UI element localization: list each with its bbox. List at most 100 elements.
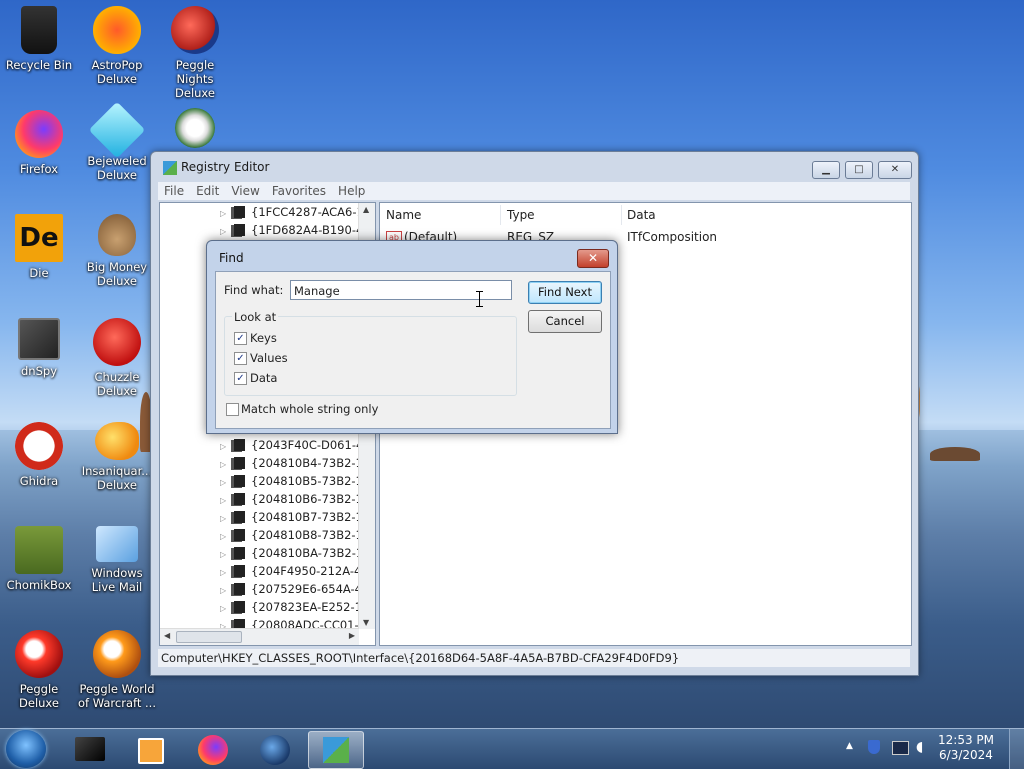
- tree-item[interactable]: ▷ {207823EA-E252-11: [220, 598, 369, 616]
- scroll-down-arrow-icon[interactable]: ▼: [363, 618, 369, 627]
- desktop-icon-die[interactable]: De Die: [0, 214, 78, 280]
- menu-view[interactable]: View: [225, 182, 265, 200]
- tree-item[interactable]: ▷ {204810BA-73B2-11: [220, 544, 371, 562]
- tree-item[interactable]: ▷ {2043F40C-D061-4A: [220, 436, 371, 454]
- find-next-button[interactable]: Find Next: [528, 281, 602, 304]
- folder-icon: [234, 583, 245, 595]
- desktop-icon-chomikbox[interactable]: ChomikBox: [0, 526, 78, 592]
- desktop-icon-firefox[interactable]: Firefox: [0, 110, 78, 176]
- menu-help[interactable]: Help: [332, 182, 371, 200]
- maximize-button[interactable]: □: [845, 161, 873, 179]
- data-label: Data: [250, 371, 278, 385]
- keys-label: Keys: [250, 331, 277, 345]
- chomikbox-icon: [15, 526, 63, 574]
- start-button[interactable]: [6, 730, 46, 768]
- recycle-bin-icon: [21, 6, 57, 54]
- column-header-data[interactable]: Data: [621, 205, 911, 225]
- mail-icon: [96, 526, 138, 562]
- desktop-icon-chuzzle[interactable]: Chuzzle Deluxe: [78, 318, 156, 398]
- tree-item[interactable]: ▷ {204810B7-73B2-11: [220, 508, 370, 526]
- desktop-icon-peggle-deluxe[interactable]: Peggle Deluxe: [0, 630, 78, 710]
- clock[interactable]: 12:53 PM 6/3/2024: [938, 733, 994, 763]
- tree-item[interactable]: ▷ {204810B8-73B2-11: [220, 526, 370, 544]
- desktop-icon-peggle-nights[interactable]: Peggle Nights Deluxe: [156, 6, 234, 100]
- match-whole-string-label: Match whole string only: [241, 402, 379, 416]
- column-header-name[interactable]: Name: [380, 205, 501, 225]
- text-cursor-icon: [476, 291, 483, 307]
- cancel-button[interactable]: Cancel: [528, 310, 602, 333]
- desktop-icon-windows-live-mail[interactable]: Windows Live Mail: [78, 526, 156, 594]
- peggle-nights-icon: [171, 6, 219, 54]
- desktop-icon-ghidra[interactable]: Ghidra: [0, 422, 78, 488]
- tree-item[interactable]: ▷ {20808ADC-CC01-3: [220, 616, 366, 628]
- values-checkbox[interactable]: ✓: [234, 352, 247, 365]
- tray-expand-icon[interactable]: ▲: [846, 741, 853, 751]
- desktop-icon-astropop[interactable]: AstroPop Deluxe: [78, 6, 156, 86]
- speaker-icon[interactable]: ◖: [916, 739, 923, 755]
- desktop-icon-insaniquarium[interactable]: Insaniquar... Deluxe: [78, 422, 156, 492]
- ghidra-icon: [15, 422, 63, 470]
- security-shield-icon[interactable]: [868, 740, 880, 754]
- tree-item[interactable]: ▷ {204810B6-73B2-11: [220, 490, 370, 508]
- desktop-icon-bejeweled[interactable]: Bejeweled Deluxe: [78, 101, 156, 182]
- taskbar-app-registry-editor[interactable]: [308, 731, 364, 769]
- desktop-icon-recycle-bin[interactable]: Recycle Bin: [0, 6, 78, 72]
- desktop-icon-big-money[interactable]: Big Money Deluxe: [78, 214, 156, 288]
- network-icon[interactable]: [892, 741, 909, 755]
- tree-item[interactable]: ▷ {1FCC4287-ACA6-1: [220, 203, 364, 221]
- flower-icon: [175, 108, 215, 148]
- look-at-group: Look at ✓ Keys ✓ Values ✓ Data: [224, 310, 517, 396]
- data-checkbox[interactable]: ✓: [234, 372, 247, 385]
- folder-icon: [234, 529, 245, 541]
- taskbar-app-media[interactable]: [124, 731, 178, 767]
- desktop-icon-flower[interactable]: [156, 108, 234, 152]
- match-whole-string-checkbox[interactable]: [226, 403, 239, 416]
- scroll-up-arrow-icon[interactable]: ▲: [363, 205, 369, 214]
- scroll-right-arrow-icon[interactable]: ▶: [349, 631, 355, 640]
- tree-item[interactable]: ▷ {1FD682A4-B190-4D: [220, 221, 372, 239]
- folder-icon: [234, 493, 245, 505]
- taskbar-app-browser[interactable]: [248, 731, 302, 767]
- media-player-icon: [138, 738, 164, 764]
- tree-item[interactable]: ▷ {204810B5-73B2-11: [220, 472, 370, 490]
- status-bar-path: Computer\HKEY_CLASSES_ROOT\Interface\{20…: [158, 649, 910, 667]
- clock-date: 6/3/2024: [939, 748, 993, 762]
- black-cube-icon: [75, 737, 105, 761]
- window-title: Registry Editor: [181, 160, 270, 174]
- tree-item[interactable]: ▷ {207529E6-654A-49: [220, 580, 369, 598]
- astropop-icon: [93, 6, 141, 54]
- tree-item[interactable]: ▷ {204F4950-212A-41: [220, 562, 369, 580]
- close-icon[interactable]: ✕: [577, 249, 609, 268]
- desktop-icon-peggle-wow[interactable]: Peggle World of Warcraft ...: [78, 630, 156, 710]
- value-data: ITfComposition: [627, 230, 718, 244]
- money-bag-icon: [98, 214, 136, 256]
- folder-icon: [234, 619, 245, 628]
- taskbar-app-firefox[interactable]: [186, 731, 240, 767]
- desktop-icon-dnspy[interactable]: dnSpy: [0, 318, 78, 378]
- close-button[interactable]: ✕: [878, 161, 912, 179]
- peggle-wow-icon: [93, 630, 141, 678]
- scroll-left-arrow-icon[interactable]: ◀: [164, 631, 170, 640]
- firefox-icon: [198, 735, 228, 765]
- folder-icon: [234, 224, 245, 236]
- tree-horizontal-scrollbar[interactable]: ◀ ▶: [160, 628, 359, 645]
- find-dialog[interactable]: Find ✕ Find what: Manage Find Next Cance…: [206, 240, 618, 434]
- values-label: Values: [250, 351, 288, 365]
- taskbar-app-recycle[interactable]: [64, 731, 118, 767]
- folder-icon: [234, 457, 245, 469]
- expand-arrow-icon[interactable]: ▷: [220, 223, 230, 241]
- title-bar[interactable]: Registry Editor ▁ □ ✕: [151, 152, 918, 182]
- menu-favorites[interactable]: Favorites: [266, 182, 332, 200]
- minimize-button[interactable]: ▁: [812, 161, 840, 179]
- show-desktop-button[interactable]: [1009, 729, 1024, 769]
- horizontal-scroll-thumb[interactable]: [176, 631, 242, 643]
- wallpaper-rock: [930, 447, 980, 461]
- expand-arrow-icon[interactable]: ▷: [220, 618, 230, 628]
- keys-checkbox[interactable]: ✓: [234, 332, 247, 345]
- column-header-type[interactable]: Type: [501, 205, 622, 225]
- menu-file[interactable]: File: [158, 182, 190, 200]
- tree-item[interactable]: ▷ {204810B4-73B2-11: [220, 454, 370, 472]
- menu-edit[interactable]: Edit: [190, 182, 225, 200]
- clock-time: 12:53 PM: [938, 733, 994, 747]
- globe-icon: [260, 735, 290, 765]
